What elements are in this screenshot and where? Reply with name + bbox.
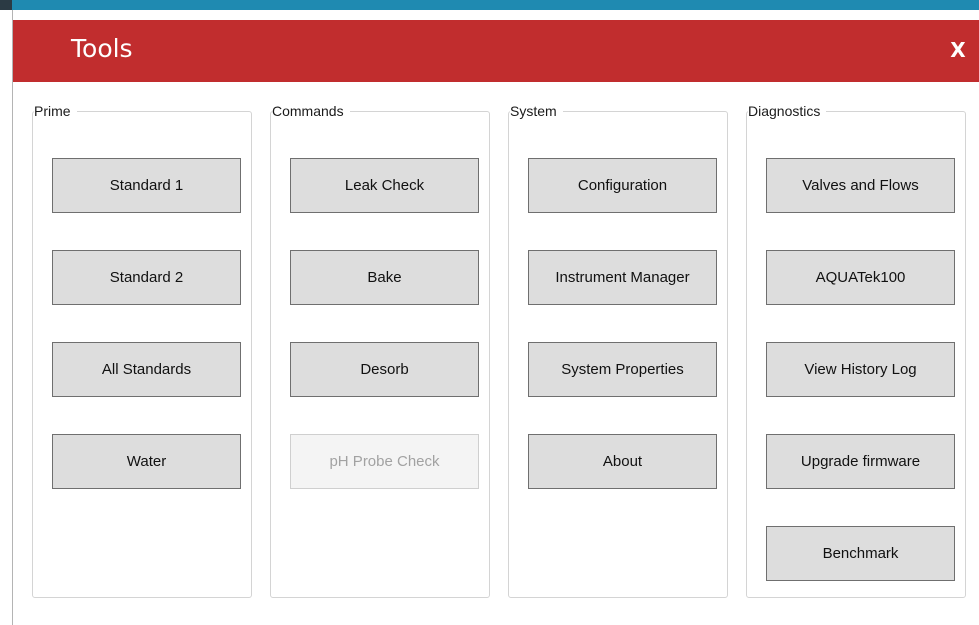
standard-1-button[interactable]: Standard 1 (52, 158, 241, 213)
dialog-title: Tools (71, 34, 133, 63)
desorb-button[interactable]: Desorb (290, 342, 479, 397)
standard-2-button[interactable]: Standard 2 (52, 250, 241, 305)
all-standards-button[interactable]: All Standards (52, 342, 241, 397)
bake-button[interactable]: Bake (290, 250, 479, 305)
commands-group: Commands Leak Check Bake Desorb pH Probe… (270, 102, 490, 598)
prime-group: Prime Standard 1 Standard 2 All Standard… (32, 102, 252, 598)
about-button[interactable]: About (528, 434, 717, 489)
prime-group-label: Prime (34, 102, 77, 120)
system-group: System Configuration Instrument Manager … (508, 102, 728, 598)
upgrade-firmware-button[interactable]: Upgrade firmware (766, 434, 955, 489)
instrument-manager-button[interactable]: Instrument Manager (528, 250, 717, 305)
aquatek100-button[interactable]: AQUATek100 (766, 250, 955, 305)
tools-dialog: Tools X Prime Standard 1 Standard 2 All … (12, 10, 979, 625)
water-button[interactable]: Water (52, 434, 241, 489)
close-button[interactable]: X (945, 36, 971, 64)
commands-group-label: Commands (272, 102, 350, 120)
benchmark-button[interactable]: Benchmark (766, 526, 955, 581)
dialog-titlebar: Tools X (13, 20, 979, 82)
background-app-accent (12, 0, 979, 10)
system-properties-button[interactable]: System Properties (528, 342, 717, 397)
ph-probe-check-button: pH Probe Check (290, 434, 479, 489)
view-history-log-button[interactable]: View History Log (766, 342, 955, 397)
configuration-button[interactable]: Configuration (528, 158, 717, 213)
valves-and-flows-button[interactable]: Valves and Flows (766, 158, 955, 213)
leak-check-button[interactable]: Leak Check (290, 158, 479, 213)
background-app-edge (0, 0, 12, 10)
diagnostics-group: Diagnostics Valves and Flows AQUATek100 … (746, 102, 966, 598)
system-group-label: System (510, 102, 563, 120)
diagnostics-group-label: Diagnostics (748, 102, 827, 120)
